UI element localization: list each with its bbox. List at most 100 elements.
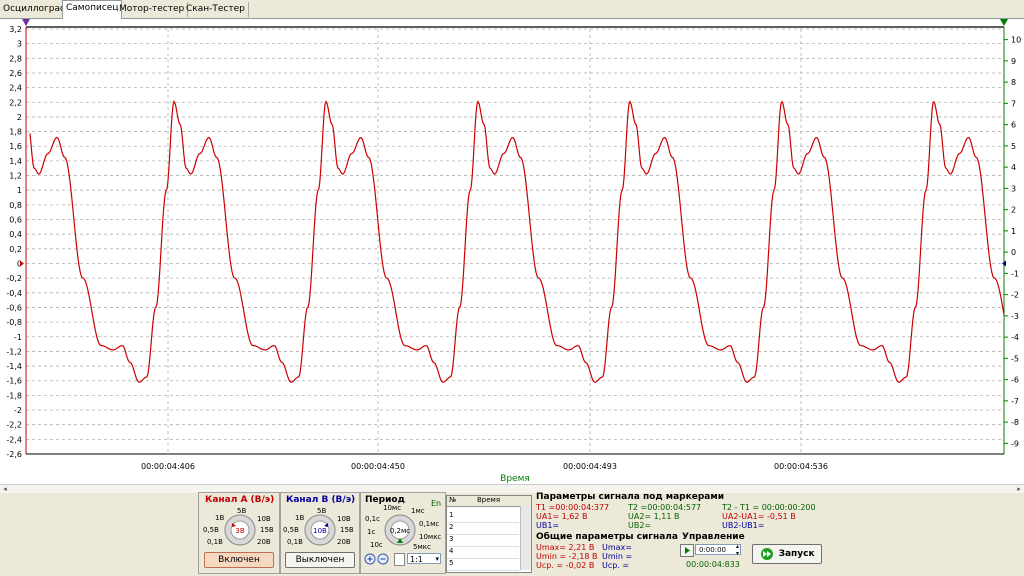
y-tick-label: 2,4	[9, 84, 22, 93]
period-knob[interactable]: 0,2мс	[383, 513, 417, 547]
y-tick-label: -0,2	[6, 274, 22, 283]
y-tick-label: -0,4	[6, 289, 22, 298]
period-label-1s: 1с	[367, 528, 376, 536]
channel-b-label-10v: 10В	[337, 515, 351, 523]
elapsed-time: 00:00:04:833	[686, 560, 740, 569]
y2-tick-label: -5	[1011, 354, 1019, 363]
y-tick-label: 1,2	[9, 172, 22, 181]
tab-motor-tester[interactable]: Мотор-тестер	[116, 2, 189, 17]
y2-tick-label: 4	[1011, 163, 1016, 172]
marker-dua: UA2-UA1= -0,51 В	[722, 512, 796, 521]
x-tick-label: 00:00:04:450	[351, 462, 405, 471]
table-row[interactable]: 3	[447, 535, 519, 547]
period-label-1ms: 1мс	[411, 507, 425, 515]
marker-a-icon	[22, 19, 30, 26]
channel-a-label-05v: 0,5В	[203, 526, 219, 534]
channel-b-value: 10В	[313, 527, 327, 535]
channel-b-label-20v: 20В	[337, 538, 351, 546]
y-tick-label: 3	[17, 40, 22, 49]
spinner-arrows-icon[interactable]: ▴ ▾	[736, 543, 739, 557]
y2-tick-label: 1	[1011, 227, 1016, 236]
channel-b-label-01v: 0,1В	[287, 538, 303, 546]
channel-a-knob[interactable]: 3В	[223, 513, 257, 547]
y-tick-label: -2	[14, 406, 22, 415]
channel-a-label-20v: 20В	[257, 538, 271, 546]
y2-tick-label: 2	[1011, 206, 1016, 215]
time-table[interactable]: № Время 1 2 3 4 5	[446, 495, 532, 573]
y-tick-label: 1	[17, 186, 22, 195]
channel-b-label-15v: 15В	[340, 526, 354, 534]
channel-a-label-10v: 10В	[257, 515, 271, 523]
y2-tick-label: 10	[1011, 36, 1021, 45]
marker-ua2: UA2= 1,11 В	[628, 512, 680, 521]
channel-b-title: Канал В (В/э)	[286, 495, 356, 505]
period-label-10s: 10с	[370, 541, 383, 549]
y-tick-label: -1,8	[6, 391, 22, 400]
start-button[interactable]: Запуск	[752, 544, 822, 564]
table-row[interactable]: 2	[447, 523, 519, 535]
scroll-left-icon[interactable]: ◂	[0, 485, 10, 493]
general-ucp-b: Uср. =	[602, 561, 630, 570]
y-tick-label: 3,2	[9, 25, 22, 34]
channel-b-knob[interactable]: 10В	[303, 513, 337, 547]
x-tick-label: 00:00:04:493	[563, 462, 617, 471]
x-tick-label: 00:00:04:406	[141, 462, 195, 471]
marker-dub: UB2-UB1=	[722, 521, 765, 530]
time-spinner[interactable]: 0:00:00 ▴ ▾	[695, 543, 741, 557]
period-value: 0,2мс	[390, 527, 410, 535]
y-tick-label: 1,8	[9, 128, 22, 137]
y2-tick-label: 9	[1011, 57, 1016, 66]
channel-b-panel: Канал В (В/э) 10В 5В 10В 15В 20В 0,1В 0,…	[280, 492, 360, 574]
marker-dt: T2 - T1 = 00:00:00:200	[722, 503, 816, 512]
y2-tick-label: 8	[1011, 78, 1016, 87]
y-tick-label: 0,2	[9, 245, 22, 254]
tab-scan-tester[interactable]: Скан-Тестер	[183, 2, 249, 17]
zoom-controls	[364, 553, 389, 565]
general-ucp-a: Uср. = -0,02 В	[536, 561, 595, 570]
period-label-5us: 5мкс	[413, 543, 431, 551]
y2-tick-label: 7	[1011, 99, 1016, 108]
y-tick-label: -2,6	[6, 450, 22, 459]
start-button-label: Запуск	[778, 549, 815, 559]
play-button[interactable]	[680, 544, 694, 557]
y-tick-label: 1,6	[9, 142, 22, 151]
marker-ub1: UB1=	[536, 521, 560, 530]
marker-t2: T2 =00:00:04:577	[628, 503, 702, 512]
table-scrollbar[interactable]	[520, 506, 531, 570]
y2-tick-label: 0	[1011, 248, 1016, 257]
general-params-title: Общие параметры сигнала	[536, 532, 678, 542]
y-tick-label: 2,2	[9, 98, 22, 107]
tab-oscilloscope[interactable]: Осциллограф	[0, 2, 72, 17]
y-tick-label: 1,4	[9, 157, 22, 166]
page-icon[interactable]	[394, 553, 405, 566]
channel-a-toggle-button[interactable]: Включен	[204, 552, 274, 568]
chart-area[interactable]: 3,2 3 2,8 2,6 2,4 2,2 2 1,8 1,6 1,4 1,2 1 0,8 0,6 0,4 0…	[0, 19, 1024, 485]
waveform-chart[interactable]: 3,2 3 2,8 2,6 2,4 2,2 2 1,8 1,6 1,4 1,2 1 0,8 0,6 0,4 0…	[0, 19, 1024, 485]
channel-a-label-15v: 15В	[260, 526, 274, 534]
table-row[interactable]: 1	[447, 511, 519, 523]
tab-bar: Осциллограф Самописец Мотор-тестер Скан-…	[0, 0, 1024, 19]
scroll-right-icon[interactable]: ▸	[1014, 485, 1024, 493]
y-tick-label: 2	[17, 113, 22, 122]
plot-background	[26, 27, 1004, 456]
general-params-panel: Общие параметры сигнала Umax= 2,21 В Umi…	[532, 532, 678, 572]
marker-t1: T1 =00:00:04:377	[536, 503, 610, 512]
control-panel: Управление 0:00:00 ▴ ▾ 00:00:04:833 Запус…	[676, 532, 826, 572]
y-tick-label: 0,6	[9, 216, 22, 225]
y-tick-label: -1,2	[6, 347, 22, 356]
chevron-down-icon: ▾	[435, 555, 439, 563]
time-table-header: № Время	[447, 496, 531, 507]
y-tick-label: 0,4	[9, 230, 22, 239]
channel-b-toggle-button[interactable]: Выключен	[285, 552, 355, 568]
table-row[interactable]: 4	[447, 547, 519, 559]
y2-tick-label: -3	[1011, 312, 1019, 321]
general-umax-a: Umax= 2,21 В	[536, 543, 595, 552]
table-row[interactable]: 5	[447, 559, 519, 571]
period-label-10ms: 10мс	[383, 504, 402, 512]
tab-recorder[interactable]: Самописец	[62, 0, 123, 19]
y-tick-label: -1,4	[6, 362, 22, 371]
y-tick-label: 0,8	[9, 201, 22, 210]
horizontal-scrollbar[interactable]: ◂ ▸	[0, 484, 1024, 493]
period-label-01s: 0,1с	[365, 515, 380, 523]
ratio-select[interactable]: 1:1 ▾	[407, 553, 441, 564]
